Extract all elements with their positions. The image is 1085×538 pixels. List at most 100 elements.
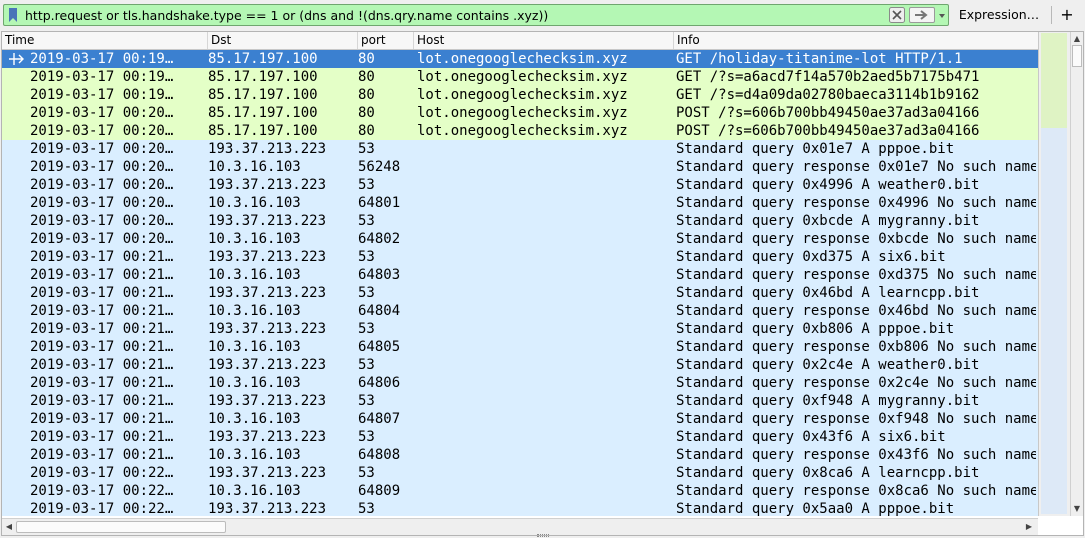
table-row[interactable]: 2019-03-17 00:21… 10.3.16.103 64805 Standar… (2, 338, 1038, 356)
vertical-scroll-thumb[interactable] (1072, 45, 1082, 67)
cell-info: Standard query 0x01e7 A pppoe.bit (676, 141, 955, 157)
filter-history-dropdown-icon[interactable] (936, 8, 948, 22)
table-row[interactable]: 2019-03-17 00:20… 10.3.16.103 64802 Standar… (2, 230, 1038, 248)
cell-host (417, 500, 672, 516)
table-row[interactable]: 2019-03-17 00:20… 193.37.213.223 53 Standar… (2, 140, 1038, 158)
table-row[interactable]: 2019-03-17 00:20… 193.37.213.223 53 Standar… (2, 212, 1038, 230)
cell-port: 53 (358, 501, 375, 516)
scroll-down-icon[interactable]: ▼ (1072, 504, 1082, 514)
table-row[interactable]: 2019-03-17 00:22… 10.3.16.103 64809 Standar… (2, 482, 1038, 500)
cell-time: 2019-03-17 00:20… (30, 159, 174, 175)
cell-dst: 10.3.16.103 (208, 411, 301, 427)
display-filter-text[interactable]: http.request or tls.handshake.type == 1 … (25, 8, 548, 23)
cell-host (417, 392, 672, 410)
column-header-dst[interactable]: Dst (208, 32, 358, 49)
cell-time: 2019-03-17 00:19… (30, 69, 174, 85)
packet-list-header: Time Dst port Host Info (2, 32, 1038, 50)
cell-port: 80 (358, 105, 375, 121)
cell-port: 64804 (358, 303, 401, 319)
table-row[interactable]: 2019-03-17 00:21… 10.3.16.103 64803 Standar… (2, 266, 1038, 284)
table-row[interactable]: 2019-03-17 00:22… 193.37.213.223 53 Standar… (2, 500, 1038, 516)
table-row[interactable]: 2019-03-17 00:21… 193.37.213.223 53 Standar… (2, 392, 1038, 410)
table-row[interactable]: 2019-03-17 00:21… 10.3.16.103 64807 Standar… (2, 410, 1038, 428)
table-row[interactable]: 2019-03-17 00:19… 85.17.197.100 80 lot.oneg… (2, 86, 1038, 104)
table-row[interactable]: 2019-03-17 00:19… 85.17.197.100 80 lot.oneg… (2, 50, 1038, 68)
cell-port: 53 (358, 465, 375, 481)
cell-time: 2019-03-17 00:21… (30, 357, 174, 373)
table-row[interactable]: 2019-03-17 00:21… 193.37.213.223 53 Standar… (2, 428, 1038, 446)
column-header-port[interactable]: port (358, 32, 414, 49)
cell-dst: 10.3.16.103 (208, 375, 301, 391)
table-row[interactable]: 2019-03-17 00:21… 10.3.16.103 64804 Standar… (2, 302, 1038, 320)
horizontal-scroll-thumb[interactable] (16, 521, 226, 533)
cell-host: lot.onegooglechecksim.xyz (417, 105, 628, 121)
cell-dst: 193.37.213.223 (208, 141, 327, 157)
bookmark-icon[interactable] (9, 8, 17, 22)
cell-info: GET /?s=a6acd7f14a570b2aed5b7175b471 (676, 69, 980, 85)
packet-minimap[interactable] (1038, 32, 1070, 516)
cell-info: Standard query response 0x4996 No such n… (676, 195, 1036, 211)
packet-rows: 2019-03-17 00:19… 85.17.197.100 80 lot.oneg… (2, 50, 1038, 516)
cell-host (417, 266, 672, 284)
cell-info: Standard query response 0xb806 No such n… (676, 339, 1036, 355)
table-row[interactable]: 2019-03-17 00:21… 10.3.16.103 64806 Standar… (2, 374, 1038, 392)
table-row[interactable]: 2019-03-17 00:21… 193.37.213.223 53 Standar… (2, 356, 1038, 374)
display-filter-toolbar: http.request or tls.handshake.type == 1 … (0, 0, 1085, 31)
clear-filter-icon[interactable] (889, 7, 905, 23)
table-row[interactable]: 2019-03-17 00:21… 193.37.213.223 53 Standar… (2, 284, 1038, 302)
cell-dst: 85.17.197.100 (208, 87, 318, 103)
expression-button[interactable]: Expression… (952, 4, 1046, 26)
pane-splitter-handle[interactable] (537, 534, 549, 537)
table-row[interactable]: 2019-03-17 00:22… 193.37.213.223 53 Standar… (2, 464, 1038, 482)
cell-host (417, 356, 672, 374)
table-row[interactable]: 2019-03-17 00:20… 10.3.16.103 64801 Standar… (2, 194, 1038, 212)
scroll-left-icon[interactable]: ◀ (4, 522, 14, 532)
cell-time: 2019-03-17 00:21… (30, 321, 174, 337)
cell-time: 2019-03-17 00:20… (30, 141, 174, 157)
cell-host (417, 338, 672, 356)
table-row[interactable]: 2019-03-17 00:20… 85.17.197.100 80 lot.oneg… (2, 122, 1038, 140)
table-row[interactable]: 2019-03-17 00:21… 193.37.213.223 53 Standar… (2, 248, 1038, 266)
table-row[interactable]: 2019-03-17 00:21… 10.3.16.103 64808 Standar… (2, 446, 1038, 464)
horizontal-scrollbar[interactable]: ◀ ▶ (2, 518, 1038, 535)
cell-time: 2019-03-17 00:21… (30, 429, 174, 445)
vertical-scrollbar[interactable]: ▲ ▼ (1070, 32, 1083, 516)
table-row[interactable]: 2019-03-17 00:20… 193.37.213.223 53 Standar… (2, 176, 1038, 194)
cell-port: 53 (358, 213, 375, 229)
cell-info: Standard query response 0x46bd No such n… (676, 303, 1036, 319)
apply-filter-button[interactable] (909, 7, 935, 23)
table-row[interactable]: 2019-03-17 00:20… 85.17.197.100 80 lot.oneg… (2, 104, 1038, 122)
column-header-time[interactable]: Time (2, 32, 208, 49)
cell-dst: 10.3.16.103 (208, 339, 301, 355)
cell-info: Standard query response 0x8ca6 No such n… (676, 483, 1036, 499)
cell-dst: 193.37.213.223 (208, 321, 327, 337)
cell-port: 80 (358, 123, 375, 139)
cell-info: GET /holiday-titanime-lot HTTP/1.1 (676, 51, 963, 67)
cell-port: 64807 (358, 411, 401, 427)
cell-time: 2019-03-17 00:20… (30, 231, 174, 247)
cell-info: Standard query 0xb806 A pppoe.bit (676, 321, 955, 337)
cell-time: 2019-03-17 00:21… (30, 411, 174, 427)
cell-port: 64809 (358, 483, 401, 499)
scroll-up-icon[interactable]: ▲ (1072, 34, 1082, 44)
table-row[interactable]: 2019-03-17 00:19… 85.17.197.100 80 lot.oneg… (2, 68, 1038, 86)
cell-port: 53 (358, 177, 375, 193)
add-filter-button-icon[interactable]: + (1056, 3, 1078, 27)
cell-time: 2019-03-17 00:21… (30, 267, 174, 283)
cell-port: 53 (358, 429, 375, 445)
cell-dst: 193.37.213.223 (208, 177, 327, 193)
scroll-right-icon[interactable]: ▶ (1024, 522, 1034, 532)
column-header-info[interactable]: Info (674, 32, 1038, 49)
cell-port: 53 (358, 357, 375, 373)
cell-dst: 10.3.16.103 (208, 267, 301, 283)
cell-port: 53 (358, 393, 375, 409)
cell-info: GET /?s=d4a09da02780baeca3114b1b9162 (676, 87, 980, 103)
column-header-host[interactable]: Host (414, 32, 674, 49)
minimap-dns-region (1041, 128, 1067, 514)
cell-info: Standard query 0xf948 A mygranny.bit (676, 393, 980, 409)
cell-time: 2019-03-17 00:21… (30, 447, 174, 463)
cell-dst: 193.37.213.223 (208, 285, 327, 301)
table-row[interactable]: 2019-03-17 00:21… 193.37.213.223 53 Standar… (2, 320, 1038, 338)
table-row[interactable]: 2019-03-17 00:20… 10.3.16.103 56248 Standar… (2, 158, 1038, 176)
display-filter-input[interactable]: http.request or tls.handshake.type == 1 … (3, 4, 949, 26)
